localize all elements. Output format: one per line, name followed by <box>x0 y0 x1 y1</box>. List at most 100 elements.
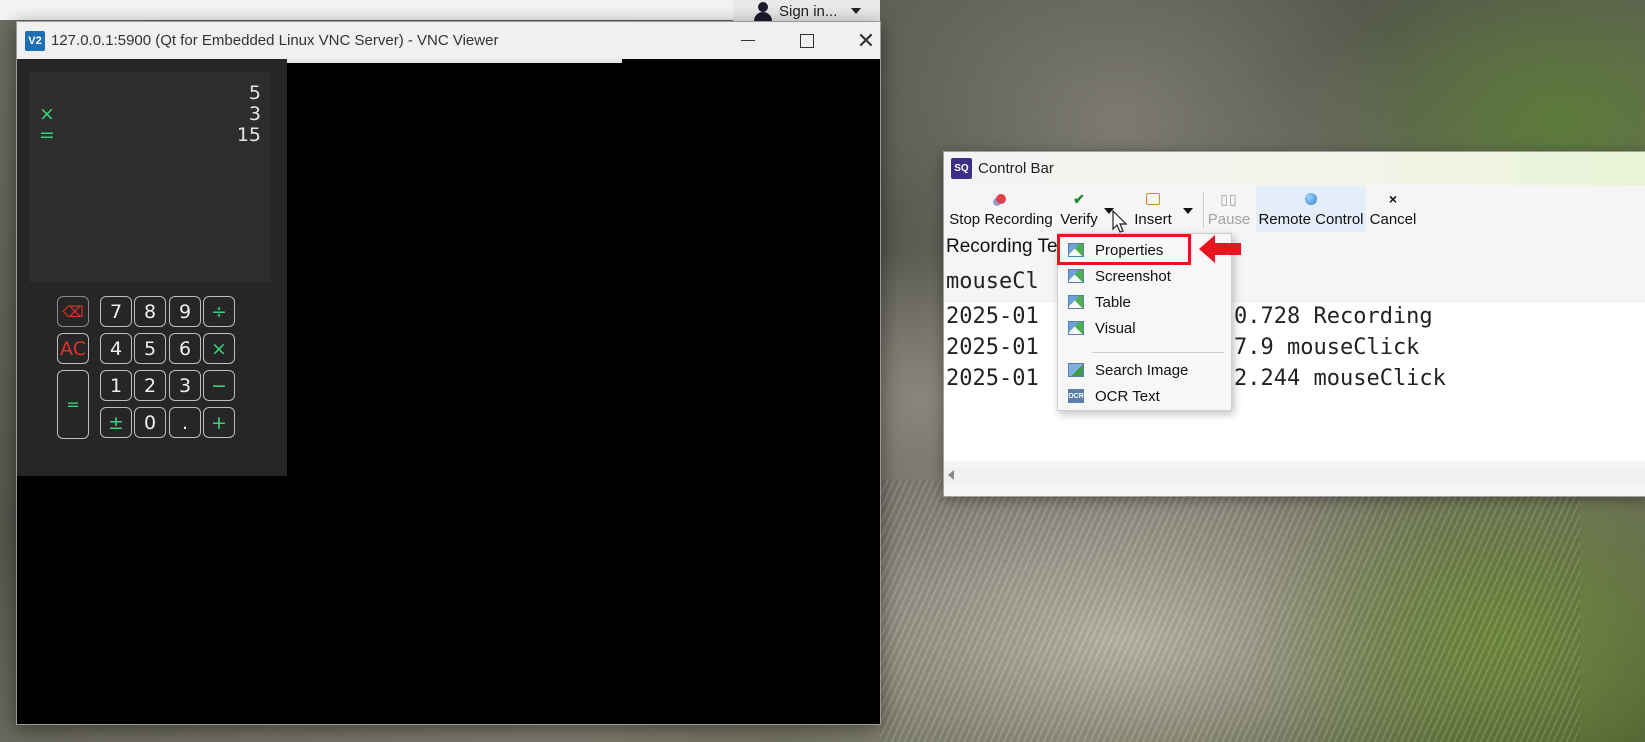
key-2[interactable]: 2 <box>134 370 166 401</box>
log-line-date: 2025-01 <box>946 366 1039 391</box>
vnc-viewer-window: V2 127.0.0.1:5900 (Qt for Embedded Linux… <box>16 21 881 725</box>
plus-key[interactable]: + <box>203 407 235 438</box>
menu-item-label: Table <box>1095 293 1131 311</box>
log-line-date: 2025-01 <box>946 335 1039 360</box>
key-7[interactable]: 7 <box>100 296 132 327</box>
display-row: 5 <box>39 82 261 104</box>
insert-button[interactable]: Insert <box>1130 186 1176 232</box>
remote-control-button[interactable]: Remote Control <box>1256 186 1366 232</box>
cancel-button[interactable]: × Cancel <box>1369 186 1417 232</box>
key-0[interactable]: 0 <box>134 407 166 438</box>
decimal-key[interactable]: . <box>169 407 201 438</box>
verify-button[interactable]: ✔ Verify <box>1058 186 1100 232</box>
menu-item-label: Visual <box>1095 319 1136 337</box>
display-operator: = <box>39 124 55 146</box>
check-icon: ✔ <box>1073 190 1085 207</box>
recording-status-label: Recording Te <box>946 236 1058 257</box>
image-search-icon <box>1068 363 1084 377</box>
chevron-down-icon <box>1183 208 1193 214</box>
key-1[interactable]: 1 <box>100 370 132 401</box>
log-line-event: 0.728 Recording <box>1234 304 1433 329</box>
pause-button[interactable]: ▯▯ Pause <box>1207 186 1251 232</box>
clear-key[interactable]: AC <box>57 333 89 364</box>
maximize-button[interactable] <box>778 22 836 59</box>
pause-icon: ▯▯ <box>1220 190 1238 207</box>
menu-item-search-image[interactable]: Search Image <box>1058 357 1231 383</box>
close-icon: × <box>1388 191 1398 207</box>
display-value: 3 <box>248 103 261 125</box>
menu-item-label: OCR Text <box>1095 387 1160 405</box>
vnc-logo-icon: V2 <box>25 30 45 51</box>
ocr-icon: OCR <box>1068 389 1084 403</box>
divide-key[interactable]: ÷ <box>203 296 235 327</box>
stop-recording-label: Stop Recording <box>949 211 1053 228</box>
calculator-display: 5 × 3 = 15 <box>29 72 271 282</box>
calculator-app: 5 × 3 = 15 ⌫ 7 8 9 ÷ AC 4 5 6 × = 1 2 3 … <box>17 59 287 476</box>
object-picker-icon <box>1068 295 1084 309</box>
display-row: × 3 <box>39 103 261 125</box>
close-button[interactable]: ✕ <box>837 22 895 59</box>
verify-label: Verify <box>1060 211 1098 228</box>
display-operator: × <box>39 103 55 125</box>
display-operator <box>39 82 59 103</box>
insert-label: Insert <box>1134 211 1172 228</box>
signin-label: Sign in... <box>779 2 838 20</box>
recording-log[interactable]: 2025-01 0.728 Recording 2025-01 7.9 mous… <box>944 303 1645 461</box>
log-line-event: 7.9 mouseClick <box>1234 335 1420 360</box>
key-3[interactable]: 3 <box>169 370 201 401</box>
equals-key[interactable]: = <box>57 370 89 439</box>
menu-item-screenshot[interactable]: Screenshot <box>1058 263 1231 289</box>
current-command: mouseCl <box>946 269 1039 294</box>
menu-item-label: Search Image <box>1095 361 1189 379</box>
menu-item-table[interactable]: Table <box>1058 289 1231 315</box>
highlight-box <box>1057 234 1191 265</box>
display-value: 5 <box>248 82 261 104</box>
display-row: = 15 <box>39 124 261 146</box>
log-line-event: 2.244 mouseClick <box>1234 366 1446 391</box>
toolbar-separator <box>1203 192 1204 228</box>
menu-separator <box>1092 352 1224 353</box>
minimize-icon <box>741 40 755 41</box>
minus-key[interactable]: − <box>203 370 235 401</box>
squish-logo-icon: SQ <box>951 158 972 179</box>
chevron-down-icon <box>851 8 862 14</box>
control-bar-window: SQ Control Bar Stop Recording ✔ Verify I… <box>943 151 1645 497</box>
pointer-arrow-icon <box>1199 235 1241 263</box>
key-9[interactable]: 9 <box>169 296 201 327</box>
menu-item-label: Screenshot <box>1095 267 1171 285</box>
scroll-left-icon[interactable] <box>948 470 954 480</box>
mouse-cursor-icon <box>1112 210 1128 233</box>
display-value: 15 <box>236 124 261 146</box>
horizontal-scrollbar[interactable] <box>944 467 1645 483</box>
maximize-icon <box>800 33 814 48</box>
object-picker-icon <box>1068 321 1084 335</box>
wallpaper-texture <box>880 480 1580 742</box>
menu-item-visual[interactable]: Visual <box>1058 315 1231 341</box>
vnc-window-title: 127.0.0.1:5900 (Qt for Embedded Linux VN… <box>51 32 499 49</box>
multiply-key[interactable]: × <box>203 333 235 364</box>
insert-icon <box>1146 193 1160 205</box>
signin-button[interactable]: Sign in... <box>733 0 880 22</box>
record-icon <box>996 194 1006 204</box>
pause-label: Pause <box>1207 211 1251 228</box>
key-8[interactable]: 8 <box>134 296 166 327</box>
key-5[interactable]: 5 <box>134 333 166 364</box>
close-icon: ✕ <box>856 27 876 53</box>
stop-recording-button[interactable]: Stop Recording <box>947 186 1055 232</box>
person-icon <box>753 1 773 21</box>
menu-item-ocr-text[interactable]: OCR OCR Text <box>1058 383 1231 409</box>
minimize-button[interactable] <box>719 22 777 59</box>
insert-dropdown-button[interactable] <box>1181 186 1195 232</box>
control-bar-title: Control Bar <box>978 160 1054 177</box>
key-6[interactable]: 6 <box>169 333 201 364</box>
object-picker-icon <box>1068 269 1084 283</box>
log-line-date: 2025-01 <box>946 304 1039 329</box>
control-bar-title-bar[interactable]: SQ Control Bar <box>944 152 1645 185</box>
cancel-label: Cancel <box>1369 211 1417 228</box>
remote-toolbar-strip[interactable] <box>258 59 622 63</box>
key-4[interactable]: 4 <box>100 333 132 364</box>
plus-minus-key[interactable]: ± <box>100 407 132 438</box>
remote-control-label: Remote Control <box>1258 211 1364 228</box>
backspace-key[interactable]: ⌫ <box>57 296 89 327</box>
vnc-title-bar[interactable]: V2 127.0.0.1:5900 (Qt for Embedded Linux… <box>17 22 880 59</box>
